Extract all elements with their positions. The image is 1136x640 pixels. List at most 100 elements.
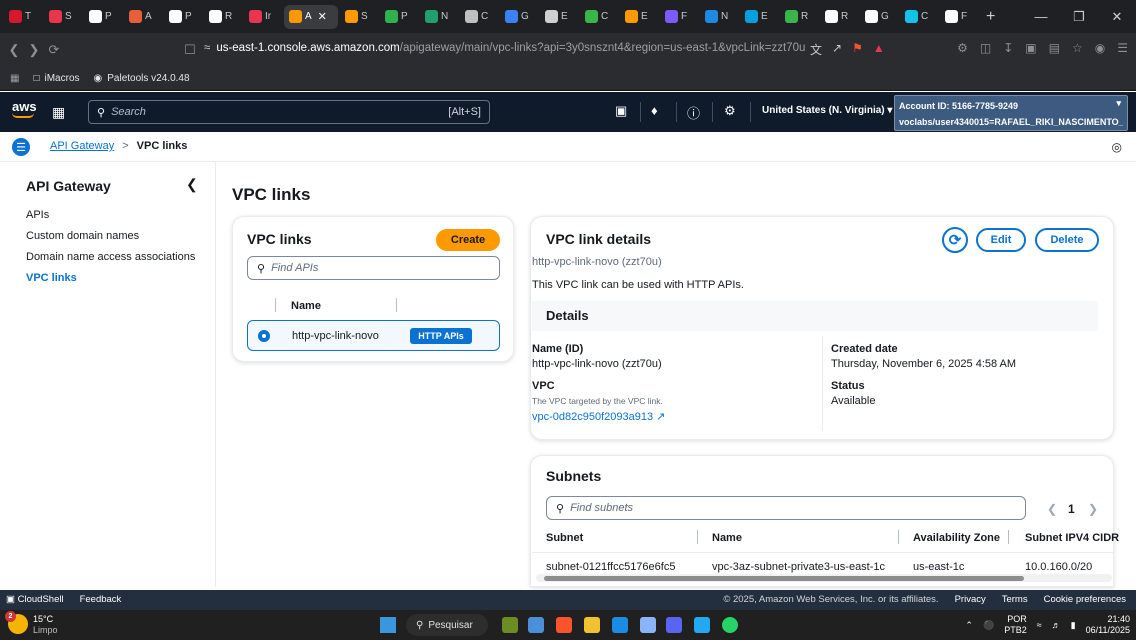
sidebar-icon[interactable]: ◫: [980, 41, 991, 55]
services-grid-icon[interactable]: ▦: [52, 104, 65, 121]
browser-tab[interactable]: F: [660, 5, 698, 29]
volume-icon[interactable]: ♬: [1052, 620, 1061, 630]
vpc-link[interactable]: vpc-0d82c950f2093a913 ↗: [532, 410, 665, 423]
column-header-subnet-name[interactable]: Name: [712, 532, 742, 544]
taskbar-discord-icon[interactable]: [666, 617, 682, 633]
terms-link[interactable]: Terms: [1002, 594, 1028, 605]
browser-tab-active[interactable]: A ✕: [284, 4, 338, 29]
edit-button[interactable]: Edit: [976, 228, 1026, 252]
column-header-subnet[interactable]: Subnet: [546, 532, 583, 544]
browser-tab[interactable]: S: [340, 5, 378, 29]
privacy-link[interactable]: Privacy: [955, 594, 986, 605]
sidebar-item-apis[interactable]: APIs: [26, 209, 49, 221]
extensions-icon[interactable]: ⚙: [957, 41, 968, 55]
taskbar-file-explorer-icon[interactable]: [584, 617, 600, 633]
row-radio-button[interactable]: [258, 330, 270, 342]
notifications-bell-icon[interactable]: ♦: [651, 103, 658, 118]
pagination-prev-icon[interactable]: ❮: [1047, 502, 1057, 516]
battery-icon[interactable]: ▮: [1071, 620, 1076, 631]
browser-tab[interactable]: C: [900, 5, 938, 29]
refresh-button[interactable]: ⟳: [942, 227, 968, 253]
collapse-nav-icon[interactable]: ❮: [186, 176, 198, 193]
column-header-subnet-cidr[interactable]: Subnet IPV4 CIDR: [1025, 532, 1119, 544]
scrollbar-thumb[interactable]: [544, 576, 1024, 581]
taskbar-task-view-icon[interactable]: [528, 617, 544, 633]
taskbar-app-icon[interactable]: [640, 617, 656, 633]
close-tab-icon[interactable]: ✕: [318, 10, 327, 23]
find-subnets-input[interactable]: ⚲ Find subnets: [546, 496, 1026, 520]
column-header-availability-zone[interactable]: Availability Zone: [913, 532, 1000, 544]
tray-usb-icon[interactable]: ⚫: [983, 620, 994, 631]
browser-tab[interactable]: R: [820, 5, 858, 29]
browser-tab[interactable]: E: [620, 5, 658, 29]
browser-tab[interactable]: G: [860, 5, 898, 29]
bookmark-page-icon[interactable]: ☐: [180, 42, 200, 58]
browser-tab[interactable]: P: [164, 5, 202, 29]
horizontal-scrollbar[interactable]: [536, 574, 1112, 582]
browser-tab[interactable]: G: [500, 5, 538, 29]
site-settings-icon[interactable]: ≈: [204, 42, 210, 54]
delete-button[interactable]: Delete: [1035, 228, 1099, 252]
taskbar-brave-icon[interactable]: [556, 617, 572, 633]
taskbar-app-icon[interactable]: [612, 617, 628, 633]
browser-tab[interactable]: C: [580, 5, 618, 29]
settings-gear-icon[interactable]: ⚙: [724, 103, 736, 119]
bookmark-imacros[interactable]: □ iMacros: [33, 73, 79, 84]
wifi-icon[interactable]: ≈: [1037, 620, 1042, 630]
info-panel-icon[interactable]: ◎: [1112, 140, 1122, 154]
help-icon[interactable]: ⓘ: [687, 103, 700, 122]
cloudshell-link[interactable]: ▣ CloudShell: [6, 594, 64, 605]
translate-icon[interactable]: 文: [810, 41, 822, 58]
nav-menu-icon[interactable]: ☰: [12, 138, 30, 156]
brave-shield-icon[interactable]: ⚑: [852, 41, 863, 58]
breadcrumb-api-gateway[interactable]: API Gateway: [50, 140, 114, 152]
sidebar-item-vpc-links[interactable]: VPC links: [26, 272, 77, 284]
column-header-name[interactable]: Name: [291, 300, 321, 312]
brave-rewards-icon[interactable]: ▲: [873, 41, 885, 58]
browser-tab[interactable]: T: [4, 5, 42, 29]
browser-tab[interactable]: N: [700, 5, 738, 29]
reading-list-icon[interactable]: ▣: [1025, 41, 1036, 55]
browser-tab[interactable]: R: [780, 5, 818, 29]
minimize-icon[interactable]: —: [1022, 9, 1060, 24]
sidebar-item-domain-name-access-associations[interactable]: Domain name access associations: [26, 251, 195, 263]
browser-tab[interactable]: C: [460, 5, 498, 29]
keyboard-language[interactable]: POR PTB2: [1004, 614, 1027, 636]
find-apis-input[interactable]: ⚲ Find APIs: [247, 256, 500, 280]
download-icon[interactable]: ↧: [1003, 41, 1013, 55]
browser-tab[interactable]: F: [940, 5, 978, 29]
browser-tab[interactable]: S: [44, 5, 82, 29]
sidenav-title[interactable]: API Gateway: [26, 178, 111, 194]
browser-tab[interactable]: R: [204, 5, 242, 29]
account-menu[interactable]: Account ID: 5166-7785-9249 voclabs/user4…: [894, 95, 1128, 131]
feedback-link[interactable]: Feedback: [80, 594, 122, 605]
aws-logo[interactable]: aws: [12, 100, 37, 118]
tab-search-icon[interactable]: ▤: [1049, 41, 1060, 55]
tray-overflow-icon[interactable]: ⌃: [965, 620, 973, 631]
region-selector[interactable]: United States (N. Virginia) ▾: [762, 105, 892, 116]
taskbar-vscode-icon[interactable]: [694, 617, 710, 633]
pagination-page[interactable]: 1: [1068, 502, 1075, 516]
new-tab-button[interactable]: +: [978, 8, 1003, 26]
browser-tab[interactable]: N: [420, 5, 458, 29]
browser-tab[interactable]: P: [84, 5, 122, 29]
bookmark-paletools[interactable]: ◉ Paletools v24.0.48: [94, 73, 190, 84]
cookie-preferences-link[interactable]: Cookie preferences: [1044, 594, 1126, 605]
favorites-icon[interactable]: ☆: [1072, 41, 1083, 55]
create-button[interactable]: Create: [436, 229, 500, 251]
browser-tab[interactable]: P: [380, 5, 418, 29]
taskbar-clock[interactable]: 21:40 06/11/2025: [1086, 614, 1130, 636]
reload-icon[interactable]: ⟳: [44, 42, 64, 58]
apps-icon[interactable]: ▦: [10, 73, 19, 84]
taskbar-search[interactable]: ⚲ Pesquisar: [406, 614, 488, 636]
taskbar-whatsapp-icon[interactable]: [722, 617, 738, 633]
share-icon[interactable]: ↗: [832, 41, 842, 58]
pagination-next-icon[interactable]: ❯: [1088, 502, 1098, 516]
url-field[interactable]: ≈ us-east-1.console.aws.amazon.com/apigat…: [204, 42, 805, 54]
table-row[interactable]: http-vpc-link-novo HTTP APIs: [247, 320, 500, 351]
close-window-icon[interactable]: ✕: [1098, 9, 1136, 25]
cloudshell-icon[interactable]: ▣: [615, 103, 627, 119]
browser-tab[interactable]: A: [124, 5, 162, 29]
back-icon[interactable]: ❮: [4, 42, 24, 58]
restore-icon[interactable]: ❐: [1060, 9, 1098, 25]
